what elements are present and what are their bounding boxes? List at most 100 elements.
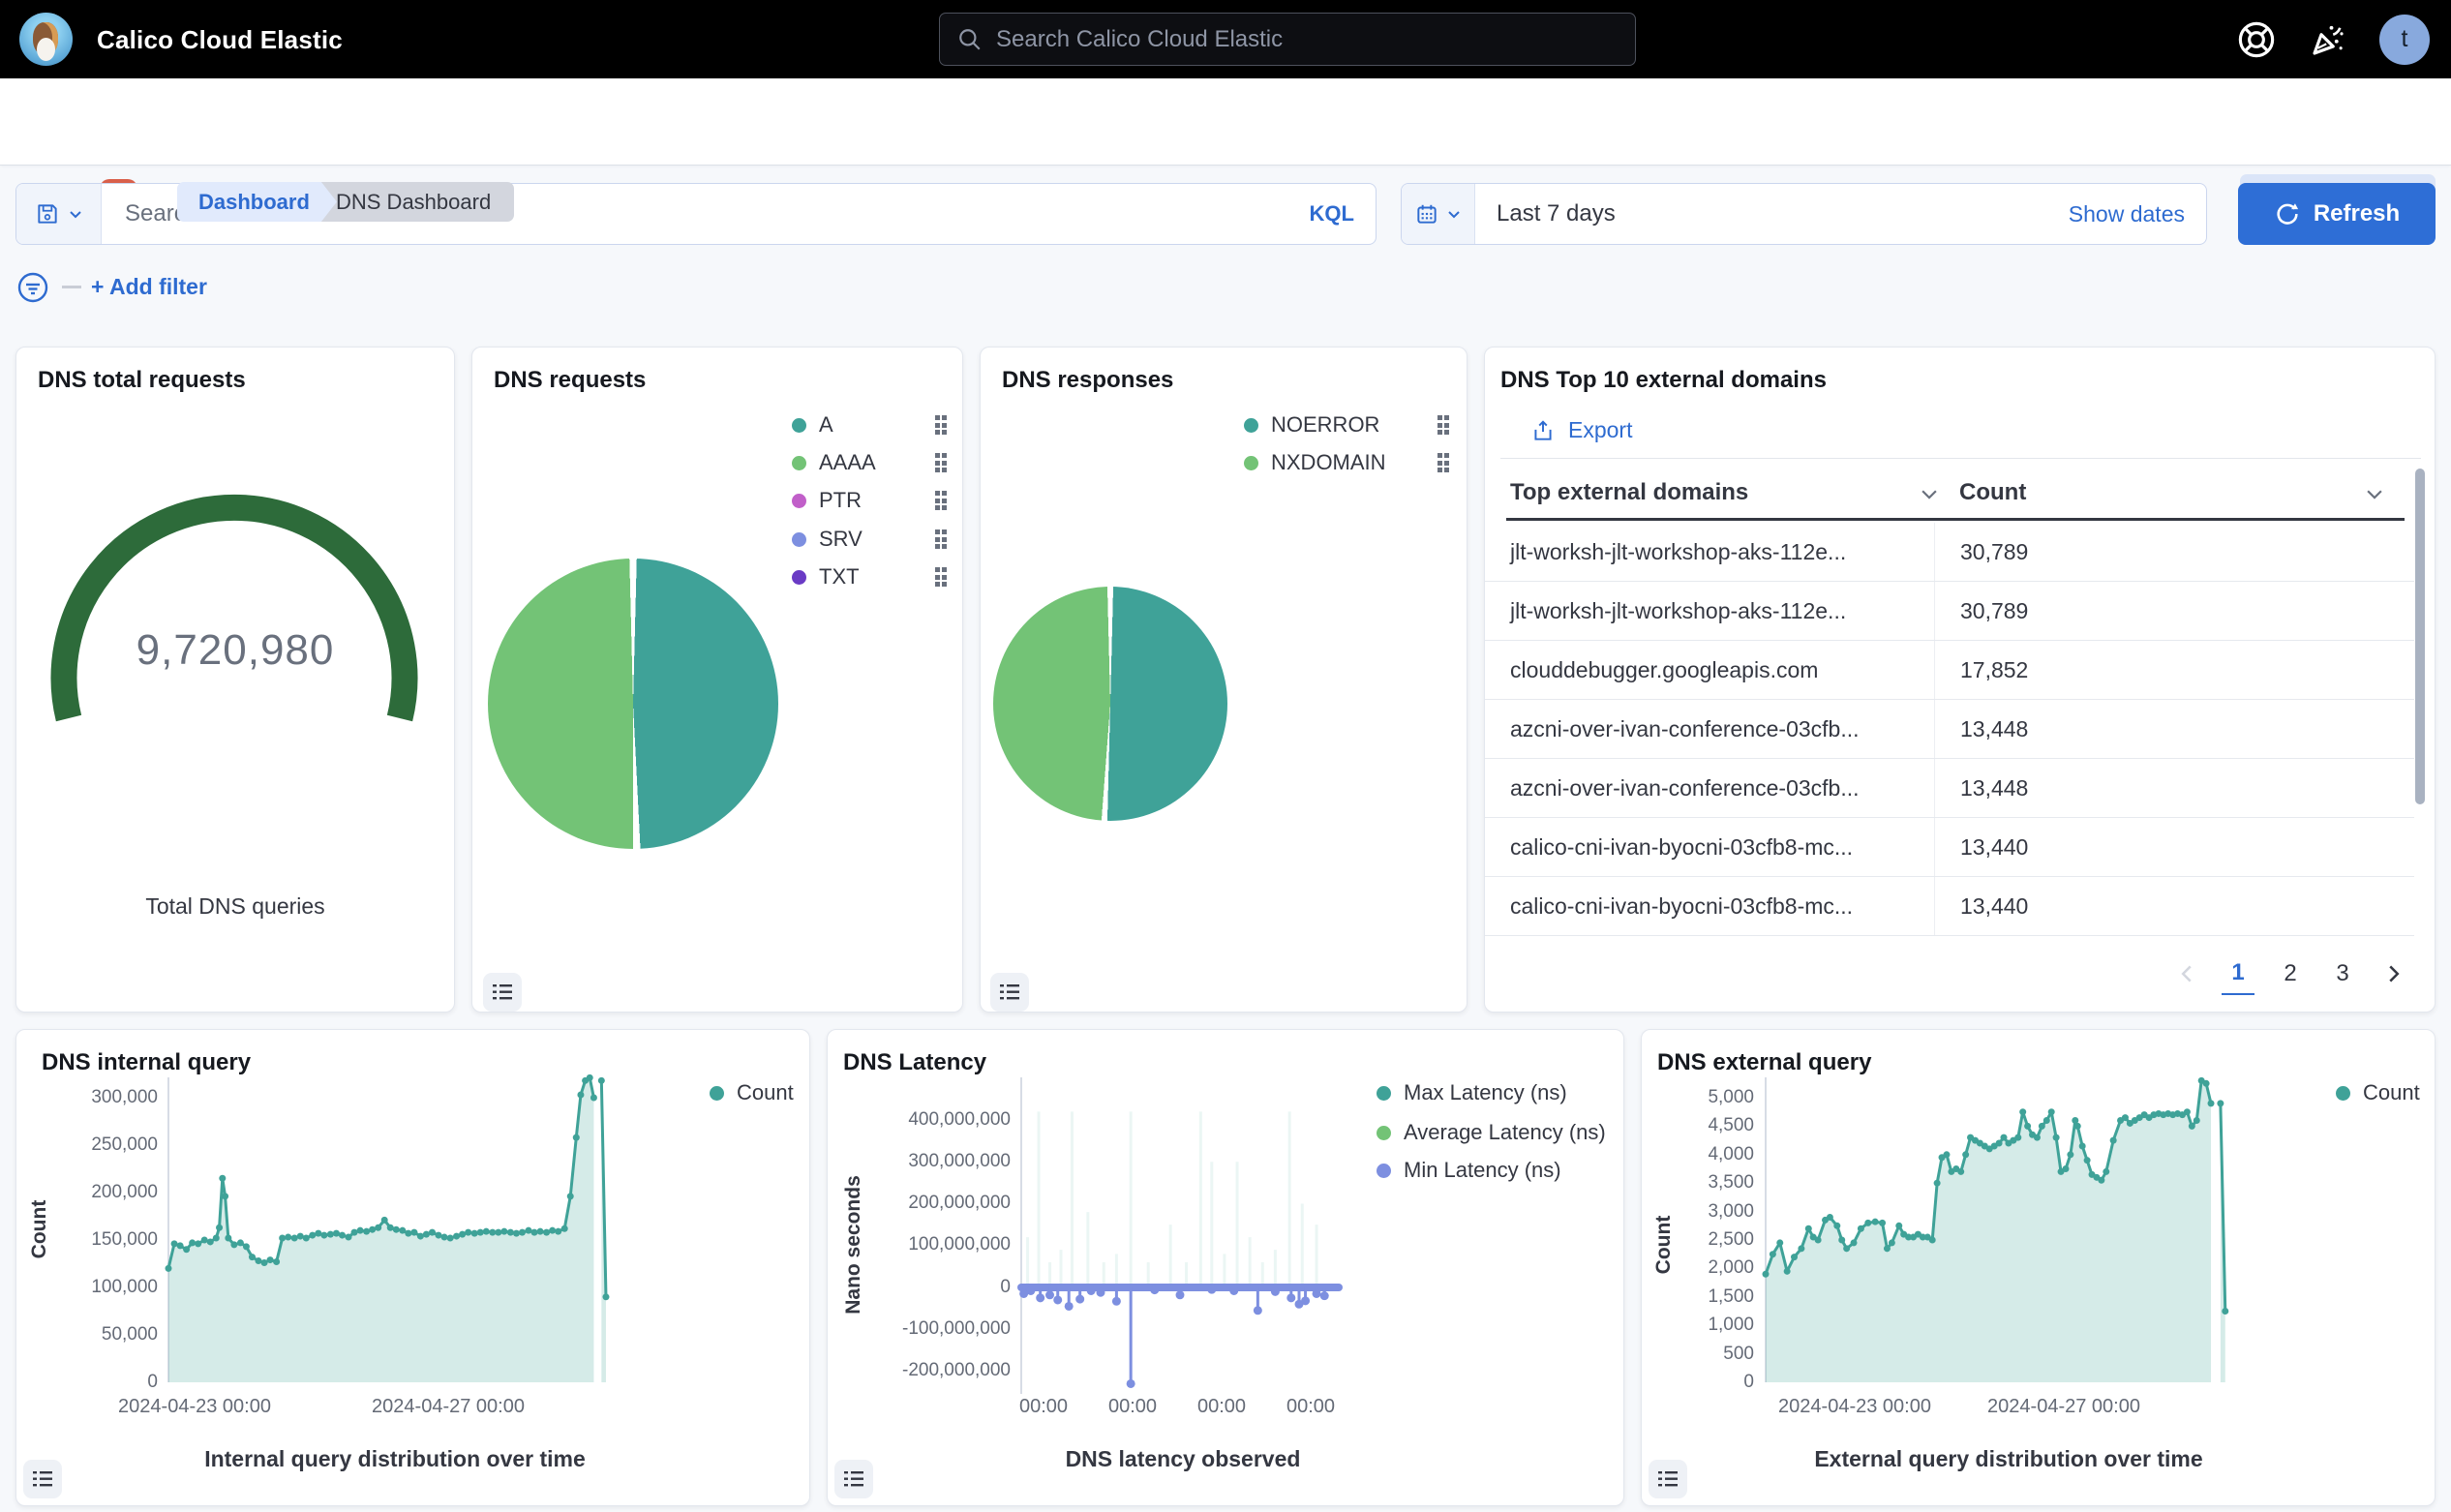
series-color-dot (792, 570, 806, 585)
pie-chart-dns-requests[interactable] (488, 559, 778, 849)
news-party-popper-icon[interactable] (2308, 19, 2348, 60)
panel-dns-latency: DNS Latency Max Latency (ns) Average Lat… (827, 1029, 1624, 1506)
series-color-dot (792, 456, 806, 470)
refresh-button[interactable]: Refresh (2238, 183, 2436, 245)
column-header-domain[interactable]: Top external domains (1510, 479, 1748, 506)
filter-icon[interactable] (17, 272, 48, 303)
table-row[interactable]: azcni-over-ivan-conference-03cfb...13,44… (1485, 759, 2414, 818)
legend-item[interactable]: A (792, 411, 947, 438)
chevron-down-icon[interactable] (2364, 483, 2385, 504)
gauge-value: 9,720,980 (16, 626, 454, 675)
legend-item[interactable]: Min Latency (ns) (1377, 1157, 1619, 1184)
panel-options-button[interactable] (990, 973, 1029, 1012)
show-dates-button[interactable]: Show dates (2069, 201, 2206, 227)
table-row[interactable]: jlt-worksh-jlt-workshop-aks-112e...30,78… (1485, 582, 2414, 641)
line-chart-dns-latency[interactable] (1021, 1077, 1339, 1394)
legend-item[interactable]: NOERROR (1244, 411, 1449, 438)
legend-item[interactable]: SRV (792, 526, 947, 553)
saved-query-menu-button[interactable] (16, 184, 102, 244)
table-row[interactable]: jlt-worksh-jlt-workshop-aks-112e...30,78… (1485, 523, 2414, 582)
page-1-button[interactable]: 1 (2222, 953, 2254, 995)
pagination: 1 2 3 (2173, 953, 2407, 995)
table-row[interactable]: calico-cni-ivan-byocni-03cfb8-mc...13,44… (1485, 877, 2414, 936)
breadcrumb-dashboard[interactable]: Dashboard (177, 182, 337, 222)
y-axis-tick: 150,000 (91, 1228, 158, 1252)
nav-bar: c Dashboard DNS Dashboard Full screen Sh… (0, 78, 2451, 166)
series-color-dot (792, 418, 806, 433)
count-cell: 13,440 (1934, 818, 2414, 876)
legend-actions-icon[interactable] (935, 567, 948, 587)
x-axis-tick: 00:00 (1286, 1396, 1335, 1418)
calico-logo[interactable] (19, 13, 73, 66)
chevron-down-icon[interactable] (1919, 483, 1940, 504)
x-axis-tick: 2024-04-23 00:00 (1778, 1396, 1931, 1418)
legend-actions-icon[interactable] (935, 491, 948, 510)
top-header-bar: Calico Cloud Elastic (0, 0, 2451, 78)
table-row[interactable]: clouddebugger.googleapis.com17,852 (1485, 641, 2414, 700)
table-row[interactable]: azcni-over-ivan-conference-03cfb...13,44… (1485, 700, 2414, 759)
panel-options-button[interactable] (834, 1460, 873, 1498)
y-axis-tick: 500 (1723, 1343, 1754, 1366)
x-axis-tick: 2024-04-27 00:00 (372, 1396, 525, 1418)
legend-item[interactable]: Count (2336, 1079, 2420, 1106)
global-search-input[interactable] (996, 26, 1618, 53)
table-body: jlt-worksh-jlt-workshop-aks-112e...30,78… (1485, 523, 2414, 936)
legend-item[interactable]: Max Latency (ns) (1377, 1079, 1619, 1106)
app-title: Calico Cloud Elastic (97, 25, 343, 55)
y-axis-tick: 200,000,000 (908, 1192, 1011, 1215)
area-chart-external-query[interactable] (1766, 1077, 2242, 1382)
area-chart-internal-query[interactable] (168, 1077, 619, 1382)
divider (1500, 458, 2421, 459)
list-icon (843, 1468, 864, 1490)
calendar-menu-button[interactable] (1402, 184, 1475, 244)
panel-title: DNS responses (1002, 367, 1173, 394)
filter-dash-divider (62, 286, 81, 288)
table-row[interactable]: calico-cni-ivan-byocni-03cfb8-mc...13,44… (1485, 818, 2414, 877)
legend-item[interactable]: AAAA (792, 449, 947, 476)
legend-item[interactable]: PTR (792, 487, 947, 514)
user-avatar[interactable]: t (2379, 15, 2430, 65)
panel-dns-responses: DNS responses NOERROR NXDOMAIN (980, 347, 1468, 1013)
time-range-value[interactable]: Last 7 days (1475, 200, 2069, 227)
help-icon[interactable] (2236, 19, 2277, 60)
y-axis-tick: 400,000,000 (908, 1108, 1011, 1132)
legend-actions-icon[interactable] (935, 453, 948, 472)
panel-title: DNS requests (494, 367, 646, 394)
chevron-down-icon (68, 206, 83, 222)
legend-actions-icon[interactable] (935, 415, 948, 435)
domain-cell: clouddebugger.googleapis.com (1485, 657, 1934, 683)
y-axis-tick: 200,000 (91, 1181, 158, 1204)
page-2-button[interactable]: 2 (2274, 953, 2307, 995)
legend-item[interactable]: Average Latency (ns) (1377, 1119, 1619, 1146)
series-color-dot (1244, 418, 1258, 433)
legend-item[interactable]: Count (710, 1079, 794, 1106)
table-scrollbar[interactable] (2415, 469, 2425, 804)
count-cell: 13,448 (1934, 700, 2414, 758)
y-axis-tick: 0 (1743, 1371, 1754, 1394)
add-filter-button[interactable]: + Add filter (91, 274, 207, 300)
panel-options-button[interactable] (483, 973, 522, 1012)
x-axis-tick: 00:00 (1019, 1396, 1068, 1418)
legend-actions-icon[interactable] (1437, 453, 1450, 472)
export-button[interactable]: Export (1530, 417, 1632, 443)
legend-item[interactable]: NXDOMAIN (1244, 449, 1449, 476)
series-color-dot (792, 532, 806, 547)
x-axis-title: External query distribution over time (1814, 1446, 2202, 1472)
domain-cell: calico-cni-ivan-byocni-03cfb8-mc... (1485, 834, 1934, 861)
column-header-count[interactable]: Count (1959, 479, 2026, 506)
global-search[interactable] (939, 13, 1636, 66)
panel-options-button[interactable] (1649, 1460, 1687, 1498)
page-3-button[interactable]: 3 (2326, 953, 2359, 995)
legend-actions-icon[interactable] (935, 529, 948, 549)
series-color-dot (2336, 1086, 2350, 1101)
list-icon (1657, 1468, 1679, 1490)
panel-options-button[interactable] (23, 1460, 62, 1498)
legend-item[interactable]: TXT (792, 563, 947, 590)
list-icon (492, 982, 513, 1003)
pie-chart-dns-responses[interactable] (993, 587, 1227, 821)
next-page-button[interactable] (2378, 953, 2407, 995)
legend-actions-icon[interactable] (1437, 415, 1450, 435)
kql-language-button[interactable]: KQL (1288, 201, 1376, 227)
previous-page-button[interactable] (2173, 953, 2202, 995)
y-axis-tick: 5,000 (1708, 1086, 1754, 1109)
